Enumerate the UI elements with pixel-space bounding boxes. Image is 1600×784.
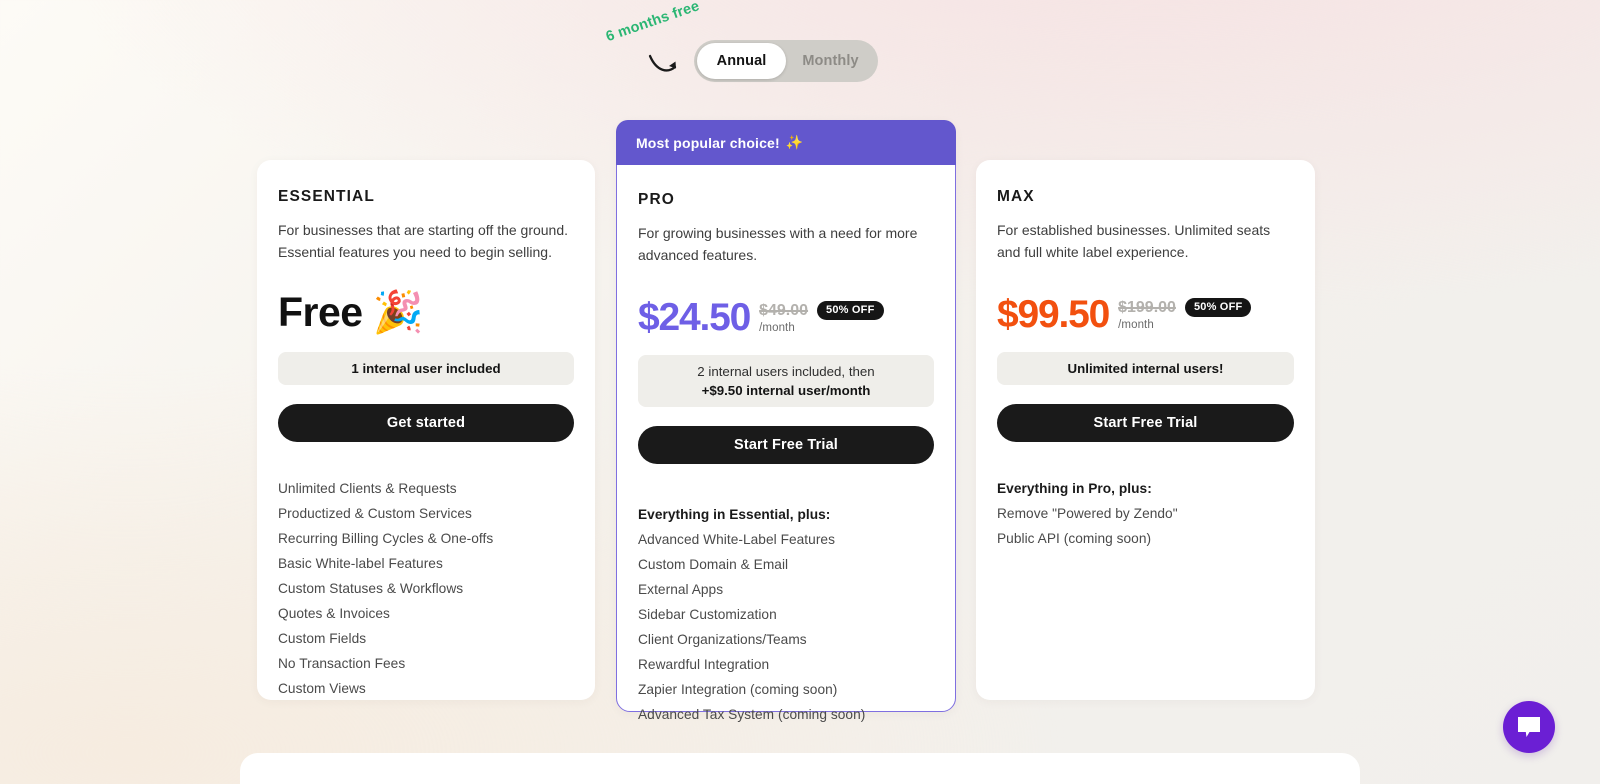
original-price: $199.00 [1118, 298, 1176, 316]
feature-item: Custom Statuses & Workflows [278, 581, 464, 596]
feature-item: Public API (coming soon) [997, 531, 1152, 546]
included-users-line: Unlimited internal users! [1067, 361, 1224, 376]
plan-description: For growing businesses with a need for m… [638, 225, 918, 263]
included-users-box: 2 internal users included, then +$9.50 i… [638, 355, 934, 407]
discount-badge: 50% OFF [817, 301, 884, 320]
get-started-button[interactable]: Get started [278, 404, 574, 442]
price-row: $99.50 $199.00 50% OFF /month [997, 285, 1294, 336]
feature-item: External Apps [638, 582, 724, 597]
feature-list-heading: Everything in Essential, plus: [638, 507, 831, 522]
pricing-cards: ESSENTIAL For businesses that are starti… [0, 0, 1600, 784]
price-amount: $24.50 [638, 295, 751, 339]
feature-item: Recurring Billing Cycles & One-offs [278, 531, 494, 546]
included-users-line: 1 internal user included [351, 361, 501, 376]
feature-item: Custom Fields [278, 631, 367, 646]
chat-widget-button[interactable] [1503, 701, 1555, 753]
included-users-box: 1 internal user included [278, 352, 574, 385]
start-free-trial-button[interactable]: Start Free Trial [638, 426, 934, 464]
sparkles-icon: ✨ [785, 134, 804, 150]
feature-item: Custom Domain & Email [638, 557, 789, 572]
feature-item: Zapier Integration (coming soon) [638, 682, 838, 697]
feature-item: Productized & Custom Services [278, 506, 472, 521]
price-value: Free [278, 289, 363, 335]
party-popper-icon: 🎉 [372, 289, 424, 335]
plan-description: For established businesses. Unlimited se… [997, 222, 1271, 260]
feature-item: Quotes & Invoices [278, 606, 390, 621]
chat-bubble-icon [1518, 717, 1540, 737]
feature-list: Unlimited Clients & Requests Productized… [278, 476, 574, 701]
feature-item: Rewardful Integration [638, 657, 770, 672]
price-side: $199.00 50% OFF /month [1118, 298, 1252, 333]
plan-name: ESSENTIAL [278, 188, 375, 205]
plan-description: For businesses that are starting off the… [278, 222, 569, 260]
feature-item: Client Organizations/Teams [638, 632, 807, 647]
feature-item: Unlimited Clients & Requests [278, 481, 457, 496]
banner-label: Most popular choice! [636, 134, 780, 151]
start-free-trial-button[interactable]: Start Free Trial [997, 404, 1294, 442]
extra-user-price-line: +$9.50 internal user/month [701, 383, 871, 398]
price-period: /month [759, 322, 795, 334]
price-row: $24.50 $49.00 50% OFF /month [638, 288, 934, 339]
feature-item: No Transaction Fees [278, 656, 406, 671]
feature-list: Everything in Pro, plus: Remove "Powered… [997, 476, 1294, 551]
price-side: $49.00 50% OFF /month [759, 301, 884, 336]
price-period: /month [1118, 319, 1154, 331]
plan-name: MAX [997, 188, 1035, 205]
included-users-line: 2 internal users included, then [697, 364, 875, 379]
plan-name: PRO [638, 191, 675, 208]
feature-list-heading: Everything in Pro, plus: [997, 481, 1152, 496]
pricing-card-pro: Most popular choice! ✨ PRO For growing b… [616, 120, 956, 722]
feature-item: Remove "Powered by Zendo" [997, 506, 1178, 521]
price-row: Free 🎉 [278, 285, 574, 333]
price-amount: $99.50 [997, 292, 1110, 336]
most-popular-banner: Most popular choice! ✨ [616, 120, 956, 165]
pricing-card-essential: ESSENTIAL For businesses that are starti… [257, 160, 595, 700]
feature-item: Sidebar Customization [638, 607, 777, 622]
feature-item: Advanced White-Label Features [638, 532, 835, 547]
feature-list: Everything in Essential, plus: Advanced … [638, 502, 934, 727]
pricing-card-max: MAX For established businesses. Unlimite… [976, 160, 1315, 700]
included-users-box: Unlimited internal users! [997, 352, 1294, 385]
feature-item: Custom Views [278, 681, 366, 696]
discount-badge: 50% OFF [1184, 298, 1252, 317]
feature-item: Advanced Tax System (coming soon) [638, 707, 866, 722]
feature-item: Basic White-label Features [278, 556, 443, 571]
original-price: $49.00 [759, 301, 809, 319]
price-amount: Free 🎉 [278, 289, 424, 335]
